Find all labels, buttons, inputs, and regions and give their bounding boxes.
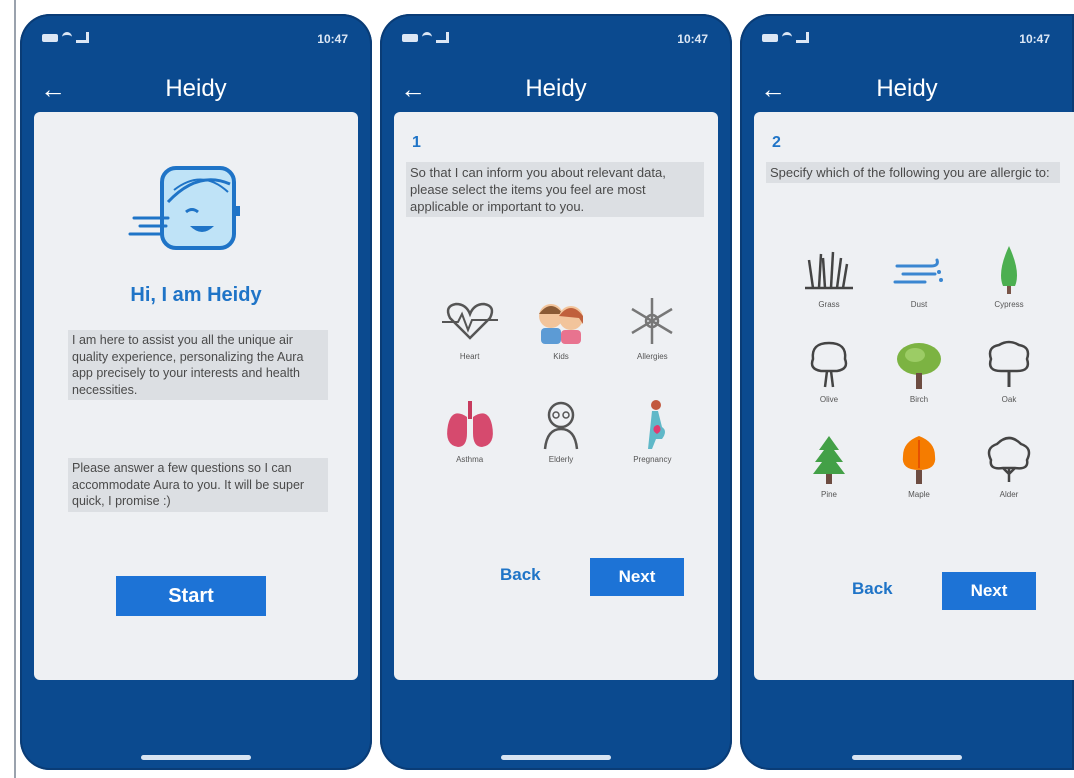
grass-icon <box>805 251 853 290</box>
next-button[interactable]: Next <box>590 558 684 596</box>
pine-tree-icon <box>813 436 845 484</box>
snowflake-icon <box>631 298 673 344</box>
option-kids[interactable]: Kids <box>515 294 606 361</box>
back-button[interactable]: Back <box>846 578 899 600</box>
app-bar: ← Heidy <box>20 70 372 114</box>
option-cypress[interactable]: Cypress <box>964 242 1054 309</box>
option-pregnancy[interactable]: Pregnancy <box>607 397 698 464</box>
cypress-tree-icon <box>1001 246 1017 294</box>
signal-icon <box>436 32 449 43</box>
question-text: So that I can inform you about relevant … <box>406 162 704 217</box>
option-alder[interactable]: Alder <box>964 432 1054 499</box>
option-birch[interactable]: Birch <box>874 337 964 404</box>
option-heart[interactable]: Heart <box>424 294 515 361</box>
status-bar: 10:47 <box>402 30 708 48</box>
phone-screen-question-2: 10:47 ← Heidy 2 Specify which of the fol… <box>740 14 1074 770</box>
greeting-heading: Hi, I am Heidy <box>130 284 262 306</box>
page-title: Heidy <box>525 75 587 102</box>
oak-tree-icon <box>988 340 1030 387</box>
option-maple[interactable]: Maple <box>874 432 964 499</box>
question-card: 2 Specify which of the following you are… <box>754 112 1074 680</box>
status-bar: 10:47 <box>762 30 1050 48</box>
step-number: 2 <box>772 134 781 151</box>
dust-icon <box>893 258 943 284</box>
battery-icon <box>42 33 58 42</box>
intro-paragraph-1: I am here to assist you all the unique a… <box>68 330 328 400</box>
start-button[interactable]: Start <box>116 576 266 616</box>
option-elderly[interactable]: Elderly <box>515 397 606 464</box>
page-title: Heidy <box>876 75 938 102</box>
question-card: 1 So that I can inform you about relevan… <box>394 112 718 680</box>
option-grass[interactable]: Grass <box>784 242 874 309</box>
wifi-icon <box>422 32 432 43</box>
home-indicator[interactable] <box>141 755 251 760</box>
page-title: Heidy <box>165 75 227 102</box>
next-button[interactable]: Next <box>942 572 1036 610</box>
intro-paragraph-2: Please answer a few questions so I can a… <box>68 458 328 512</box>
status-time: 10:47 <box>677 32 708 46</box>
olive-tree-icon <box>810 341 848 388</box>
maple-tree-icon <box>902 436 936 484</box>
status-bar: 10:47 <box>42 30 348 48</box>
app-bar: ← Heidy <box>740 70 1074 114</box>
option-pine[interactable]: Pine <box>784 432 874 499</box>
home-indicator[interactable] <box>501 755 611 760</box>
birch-tree-icon <box>897 343 941 389</box>
back-button[interactable]: Back <box>494 564 547 586</box>
signal-icon <box>76 32 89 43</box>
home-indicator[interactable] <box>852 755 962 760</box>
option-allergies[interactable]: Allergies <box>607 294 698 361</box>
option-grid: Heart Kids Allergies Asthma Elderly Preg… <box>424 294 698 464</box>
option-asthma[interactable]: Asthma <box>424 397 515 464</box>
app-bar: ← Heidy <box>380 70 732 114</box>
option-olive[interactable]: Olive <box>784 337 874 404</box>
phone-screen-welcome: 10:47 ← Heidy Hi, I am Heidy I am here t… <box>20 14 372 770</box>
alder-tree-icon <box>987 436 1031 482</box>
wifi-icon <box>782 32 792 43</box>
elderly-icon <box>543 401 579 450</box>
question-text: Specify which of the following you are a… <box>766 162 1060 183</box>
welcome-card: Hi, I am Heidy I am here to assist you a… <box>34 112 358 680</box>
option-dust[interactable]: Dust <box>874 242 964 309</box>
battery-icon <box>762 33 778 42</box>
heidy-avatar-icon <box>128 166 240 250</box>
heart-icon <box>441 302 498 340</box>
battery-icon <box>402 33 418 42</box>
option-grid: Grass Dust Cypress Olive Birch Oak Pine … <box>784 242 1054 499</box>
status-time: 10:47 <box>1019 32 1050 46</box>
pregnancy-icon <box>648 400 666 449</box>
step-number: 1 <box>412 134 421 151</box>
signal-icon <box>796 32 809 43</box>
window-edge <box>14 0 16 778</box>
lungs-icon <box>446 401 493 447</box>
wifi-icon <box>62 32 72 43</box>
phone-screen-question-1: 10:47 ← Heidy 1 So that I can inform you… <box>380 14 732 770</box>
kids-icon <box>538 304 583 344</box>
option-oak[interactable]: Oak <box>964 337 1054 404</box>
status-time: 10:47 <box>317 32 348 46</box>
